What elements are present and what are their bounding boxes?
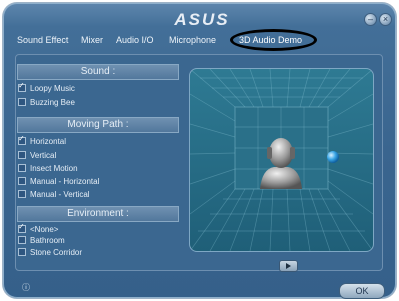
option-stone-corridor[interactable]: Stone Corridor: [18, 248, 82, 258]
3d-grid-room: [190, 69, 373, 251]
checkbox[interactable]: [18, 81, 26, 92]
tab-microphone[interactable]: Microphone: [169, 35, 216, 45]
checkbox[interactable]: [18, 164, 26, 172]
option-label: Manual - Vertical: [30, 190, 90, 199]
option-manual-horizontal[interactable]: Manual - Horizontal: [18, 177, 99, 187]
sound-source-ball[interactable]: [327, 151, 339, 163]
checkbox[interactable]: [18, 177, 26, 185]
checkbox[interactable]: [18, 190, 26, 198]
checkbox[interactable]: [18, 248, 26, 256]
option-buzzing-bee[interactable]: Buzzing Bee: [18, 98, 75, 108]
asus-logo-text: ASUS: [173, 10, 229, 27]
asus-logo: ASUS: [173, 10, 229, 27]
tab-audio-io[interactable]: Audio I/O: [116, 35, 154, 45]
section-header-moving-path: Moving Path :: [17, 117, 179, 133]
option-label: Insect Motion: [30, 164, 78, 173]
option-label: Loopy Music: [30, 84, 75, 93]
option-label: Stone Corridor: [30, 248, 83, 257]
option-label: Buzzing Bee: [30, 98, 75, 107]
checkbox[interactable]: [18, 134, 26, 145]
3d-audio-stage[interactable]: [189, 68, 374, 252]
checkbox[interactable]: [18, 98, 26, 106]
option-horizontal[interactable]: Horizontal: [18, 134, 67, 147]
close-button[interactable]: ×: [379, 13, 392, 26]
option-insect-motion[interactable]: Insect Motion: [18, 164, 78, 174]
play-button[interactable]: [279, 260, 298, 272]
info-icon[interactable]: ⓘ: [22, 282, 34, 292]
option-loopy-music[interactable]: Loopy Music: [18, 81, 75, 94]
section-header-environment: Environment :: [17, 206, 179, 222]
option-bathroom[interactable]: Bathroom: [18, 236, 65, 246]
checkbox[interactable]: [18, 236, 26, 244]
ok-button[interactable]: OK: [339, 283, 385, 299]
option-label: Horizontal: [30, 137, 67, 146]
tab-highlight-ellipse: [230, 29, 317, 51]
option-none[interactable]: <None>: [18, 222, 59, 235]
minimize-button[interactable]: –: [364, 13, 377, 26]
tab-sound-effect[interactable]: Sound Effect: [17, 35, 68, 45]
section-header-sound: Sound :: [17, 64, 179, 80]
checkbox[interactable]: [18, 222, 26, 233]
option-manual-vertical[interactable]: Manual - Vertical: [18, 190, 90, 200]
checkbox[interactable]: [18, 151, 26, 159]
option-label: <None>: [30, 225, 59, 234]
option-label: Bathroom: [30, 236, 65, 245]
option-label: Manual - Horizontal: [30, 177, 100, 186]
option-vertical[interactable]: Vertical: [18, 151, 56, 161]
tab-mixer[interactable]: Mixer: [81, 35, 103, 45]
option-label: Vertical: [30, 151, 57, 160]
tab-bar: Sound Effect Mixer Audio I/O Microphone …: [3, 29, 396, 53]
